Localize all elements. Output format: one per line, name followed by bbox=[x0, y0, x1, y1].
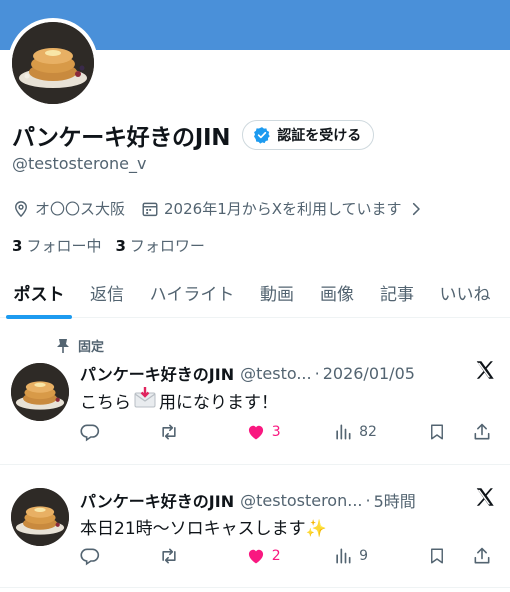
reply-button[interactable] bbox=[80, 546, 158, 566]
profile-avatar[interactable] bbox=[8, 18, 98, 108]
post-text: こちら 用になります！ bbox=[80, 386, 278, 415]
reply-icon bbox=[80, 424, 100, 442]
calendar-icon bbox=[142, 202, 158, 216]
post-avatar[interactable] bbox=[11, 363, 69, 421]
share-button[interactable] bbox=[472, 546, 498, 566]
post-actions: 2 9 bbox=[80, 546, 498, 566]
repost-icon bbox=[162, 424, 177, 440]
location-text: オ〇〇ス大阪 bbox=[35, 200, 126, 218]
x-logo-icon[interactable] bbox=[474, 486, 496, 514]
like-button[interactable]: 2 bbox=[246, 546, 333, 566]
repost-icon bbox=[162, 548, 177, 564]
pinned-post[interactable]: 固定 パンケーキ好きのJIN @testo... · 2026/01/05 こち… bbox=[0, 319, 510, 465]
share-icon bbox=[474, 423, 490, 440]
share-button[interactable] bbox=[472, 422, 498, 442]
followers-link[interactable]: 3 フォロワー bbox=[115, 235, 204, 256]
bookmark-button[interactable] bbox=[428, 546, 472, 566]
profile-location: オ〇〇ス大阪 bbox=[12, 198, 125, 219]
post-author-name[interactable]: パンケーキ好きのJIN bbox=[80, 361, 234, 385]
post-text-after: 用になります！ bbox=[159, 393, 278, 413]
tab-videos[interactable]: 動画 bbox=[248, 266, 306, 318]
location-pin-icon bbox=[15, 200, 27, 217]
reply-button[interactable] bbox=[80, 422, 158, 442]
get-verified-button[interactable]: 認証を受ける bbox=[242, 120, 375, 150]
post-avatar[interactable] bbox=[11, 488, 69, 546]
like-count: 2 bbox=[271, 548, 281, 564]
profile-joined[interactable]: 2026年1月からXを利用しています bbox=[141, 198, 424, 219]
following-label: フォロー中 bbox=[26, 237, 102, 255]
like-button[interactable]: 3 bbox=[246, 422, 333, 442]
followers-label: フォロワー bbox=[129, 237, 205, 255]
tab-articles[interactable]: 記事 bbox=[368, 266, 426, 318]
views-icon bbox=[336, 424, 351, 440]
repost-button[interactable] bbox=[158, 546, 245, 566]
tab-replies[interactable]: 返信 bbox=[78, 266, 136, 318]
tab-highlights[interactable]: ハイライト bbox=[136, 266, 248, 318]
separator-dot: · bbox=[365, 490, 371, 510]
display-name: パンケーキ好きのJIN bbox=[12, 125, 231, 151]
bookmark-icon bbox=[431, 424, 444, 440]
get-verified-label: 認証を受ける bbox=[277, 128, 362, 144]
post-author-handle[interactable]: @testosteron... bbox=[240, 491, 362, 510]
heart-icon bbox=[248, 549, 263, 564]
profile-tabs: ポスト 返信 ハイライト 動画 画像 記事 いいね bbox=[0, 266, 510, 319]
post-actions: 3 82 bbox=[80, 422, 498, 442]
reply-icon bbox=[80, 548, 100, 566]
post[interactable]: パンケーキ好きのJIN @testosteron... · 5時間 本日21時〜… bbox=[0, 466, 510, 588]
post-timestamp[interactable]: 2026/01/05 bbox=[323, 364, 415, 383]
following-count: 3 bbox=[12, 237, 23, 255]
post-text: 本日21時〜ソロキャスします✨ bbox=[80, 519, 327, 539]
repost-button[interactable] bbox=[158, 422, 245, 442]
post-timestamp[interactable]: 5時間 bbox=[374, 488, 416, 512]
pinned-indicator: 固定 bbox=[56, 336, 104, 355]
views-count: 9 bbox=[359, 548, 368, 564]
views-count: 82 bbox=[359, 424, 377, 440]
followers-count: 3 bbox=[115, 237, 126, 255]
separator-dot: · bbox=[314, 363, 320, 383]
post-author-name[interactable]: パンケーキ好きのJIN bbox=[80, 488, 234, 512]
verified-badge-icon bbox=[254, 127, 270, 144]
profile-handle: @testosterone_v bbox=[12, 154, 147, 173]
tab-images[interactable]: 画像 bbox=[306, 266, 368, 318]
bookmark-icon bbox=[431, 548, 444, 564]
tab-posts[interactable]: ポスト bbox=[0, 266, 78, 319]
envelope-emoji-icon bbox=[133, 386, 157, 415]
chevron-right-icon bbox=[412, 202, 420, 215]
post-text-before: こちら bbox=[80, 393, 131, 413]
x-logo-icon[interactable] bbox=[474, 359, 496, 387]
bookmark-button[interactable] bbox=[428, 422, 472, 442]
heart-icon bbox=[248, 425, 263, 440]
views-button[interactable]: 9 bbox=[333, 546, 428, 566]
views-button[interactable]: 82 bbox=[333, 422, 428, 442]
views-icon bbox=[336, 548, 351, 564]
share-icon bbox=[474, 547, 490, 564]
joined-text: 2026年1月からXを利用しています bbox=[164, 200, 402, 218]
post-author-handle[interactable]: @testo... bbox=[240, 364, 312, 383]
following-link[interactable]: 3 フォロー中 bbox=[12, 235, 101, 256]
pinned-label: 固定 bbox=[78, 340, 105, 355]
tab-likes[interactable]: いいね bbox=[426, 266, 504, 318]
pin-icon bbox=[57, 338, 69, 353]
like-count: 3 bbox=[271, 424, 281, 440]
